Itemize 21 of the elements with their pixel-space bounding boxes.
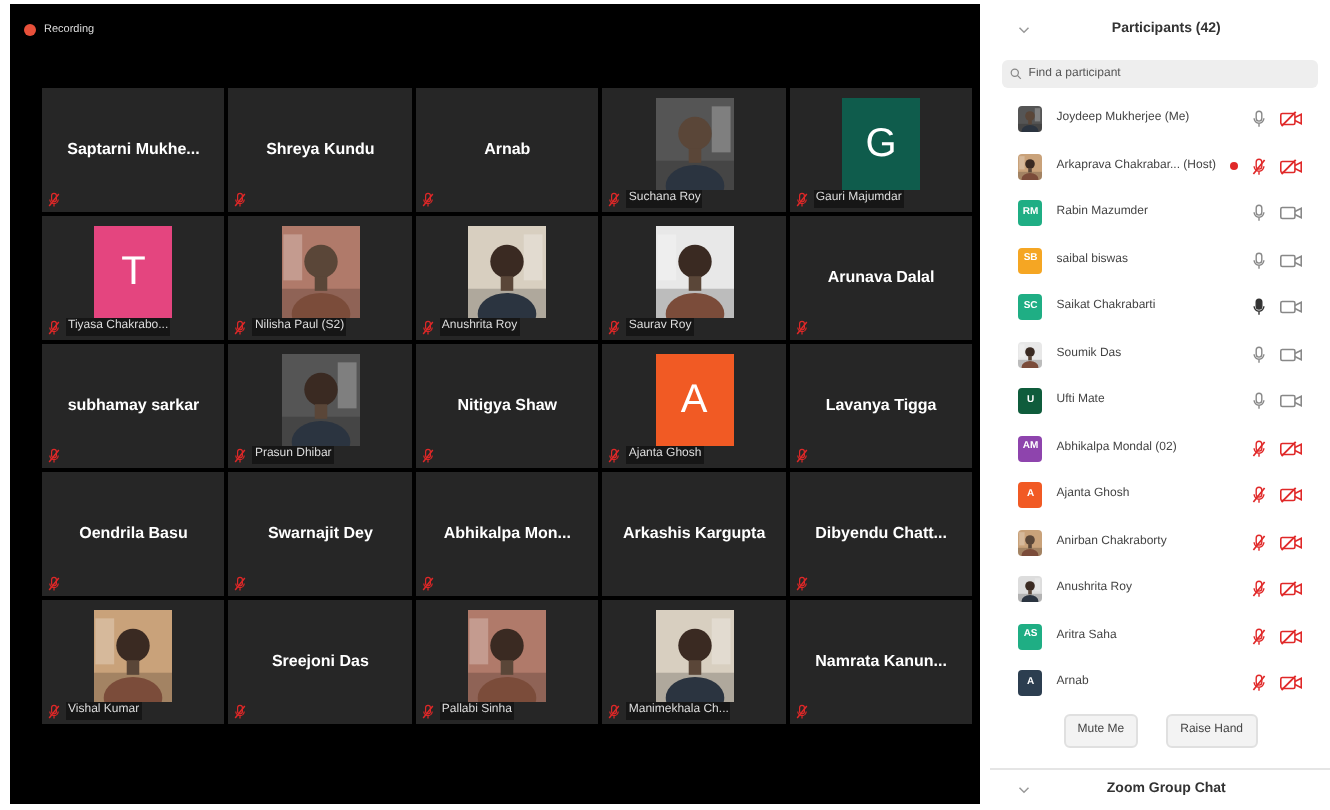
- participant-name: Dibyendu Chatt...: [815, 522, 947, 546]
- participant-name: Oendrila Basu: [79, 522, 188, 546]
- avatar-letter: G: [865, 120, 897, 170]
- avatar-letter: A: [680, 376, 708, 426]
- participant-name: Arnab: [484, 138, 531, 162]
- participant-name: Arkashis Kargupta: [623, 522, 766, 546]
- participant-name: Lavanya Tigga: [825, 394, 937, 418]
- recording-icon: [24, 24, 36, 36]
- participant-name: Abhikalpa Mon...: [443, 522, 571, 546]
- participant-name: Namrata Kanun...: [815, 650, 947, 674]
- participant-name: Arunava Dalal: [827, 266, 935, 290]
- participant-name: Swarnajit Dey: [267, 522, 373, 546]
- participant-name: subhamay sarkar: [67, 394, 200, 418]
- avatar-letter: T: [121, 248, 146, 298]
- chevron-down-icon[interactable]: [1018, 786, 1031, 795]
- participant-name: Saptarni Mukhe...: [67, 138, 200, 162]
- search-icon: [1010, 67, 1023, 80]
- chevron-down-icon[interactable]: [1018, 25, 1031, 34]
- participant-name: Shreya Kundu: [266, 138, 375, 162]
- participant-name: Nitigya Shaw: [457, 394, 558, 418]
- participant-name: Sreejoni Das: [271, 650, 369, 674]
